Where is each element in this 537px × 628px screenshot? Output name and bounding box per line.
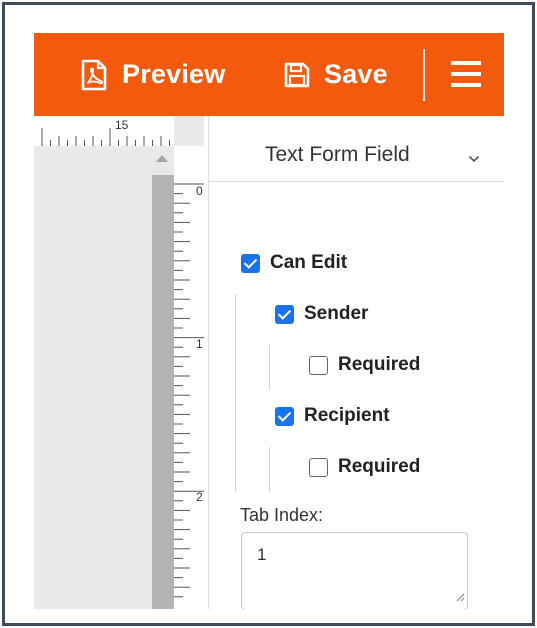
indent-guide xyxy=(269,345,270,390)
recipient-label: Recipient xyxy=(304,405,390,426)
toolbar: Preview Save xyxy=(34,33,504,116)
chevron-down-icon[interactable] xyxy=(468,150,480,168)
ruler-corner xyxy=(174,116,204,146)
toolbar-divider xyxy=(423,49,425,101)
checkbox-unchecked-icon xyxy=(309,355,328,375)
floppy-disk-icon xyxy=(284,62,310,88)
tab-index-label: Tab Index: xyxy=(240,505,324,525)
sender-label: Sender xyxy=(304,303,369,324)
vertical-ruler-label-0: 0 xyxy=(196,184,203,198)
field-type-dropdown[interactable]: Text Form Field xyxy=(209,116,504,182)
save-label: Save xyxy=(324,59,388,89)
vertical-ruler-label-2: 2 xyxy=(196,490,203,504)
indent-guide xyxy=(235,294,236,492)
scroll-up-arrow-icon[interactable] xyxy=(156,155,168,162)
save-button[interactable]: Save xyxy=(284,33,388,116)
sender-required-checkbox[interactable]: Required xyxy=(309,354,420,376)
vertical-ruler-label-1: 1 xyxy=(196,337,203,351)
horizontal-ruler-label: 15 xyxy=(115,118,129,132)
tab-index-value: 1 xyxy=(257,545,267,564)
indent-guide xyxy=(269,447,270,492)
checkbox-checked-icon xyxy=(275,406,294,426)
tab-index-input[interactable]: 1 xyxy=(241,532,468,609)
resize-grip-icon[interactable] xyxy=(455,587,465,607)
document-canvas xyxy=(34,146,152,609)
recipient-checkbox[interactable]: Recipient xyxy=(275,405,390,427)
hamburger-menu-icon[interactable] xyxy=(451,61,481,87)
properties-panel: Text Form Field Can Edit Sender Required xyxy=(209,116,504,609)
checkbox-unchecked-icon xyxy=(309,457,328,477)
editor-area: Preview Save 15 0 1 2 Text Form Field Ca… xyxy=(34,33,504,609)
checkbox-checked-icon xyxy=(275,304,294,324)
recipient-required-checkbox[interactable]: Required xyxy=(309,456,420,478)
panel-title: Text Form Field xyxy=(265,143,410,166)
preview-label: Preview xyxy=(122,59,226,89)
vertical-ruler: 0 1 2 xyxy=(174,146,204,609)
pdf-file-icon xyxy=(80,59,108,91)
window-frame: Preview Save 15 0 1 2 Text Form Field Ca… xyxy=(2,2,535,626)
sender-required-label: Required xyxy=(338,354,421,375)
checkbox-checked-icon xyxy=(241,253,260,273)
preview-button[interactable]: Preview xyxy=(80,33,225,116)
scrollbar-thumb[interactable] xyxy=(152,175,174,609)
sender-checkbox[interactable]: Sender xyxy=(275,303,368,325)
can-edit-checkbox[interactable]: Can Edit xyxy=(241,252,347,274)
can-edit-label: Can Edit xyxy=(270,252,348,273)
recipient-required-label: Required xyxy=(338,456,421,477)
